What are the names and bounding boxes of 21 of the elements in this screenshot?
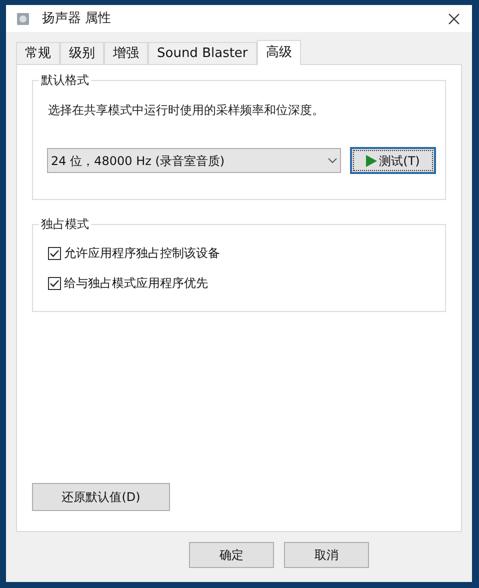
description-text: 选择在共享模式中运行时使用的采样频率和位深度。 [48,102,325,119]
checkbox[interactable] [48,246,61,260]
tab[interactable]: Sound Blaster [148,42,257,64]
play-icon [366,154,378,166]
group-title: 默认格式 [39,72,91,88]
cancel-button[interactable]: 取消 [284,542,369,568]
test-button[interactable]: 测试(T) [350,147,436,174]
checkbox-label[interactable]: 给与独占模式应用程序优先 [64,274,208,292]
close-icon[interactable] [448,12,460,24]
ok-button[interactable]: 确定 [189,542,274,568]
restore-defaults-button[interactable]: 还原默认值(D) [32,483,170,511]
window-title: 扬声器 属性 [42,10,112,28]
tab[interactable]: 增强 [104,42,148,64]
group-title: 独占模式 [39,216,91,232]
chevron-down-icon [328,158,337,164]
checkbox-label[interactable]: 允许应用程序独占控制该设备 [64,244,220,262]
format-dropdown[interactable]: 24 位，48000 Hz (录音室音质) [47,148,341,173]
tab[interactable]: 级别 [60,42,104,64]
checkbox[interactable] [48,276,61,290]
tab[interactable]: 高级 [256,40,301,65]
tab[interactable]: 常规 [16,42,60,64]
